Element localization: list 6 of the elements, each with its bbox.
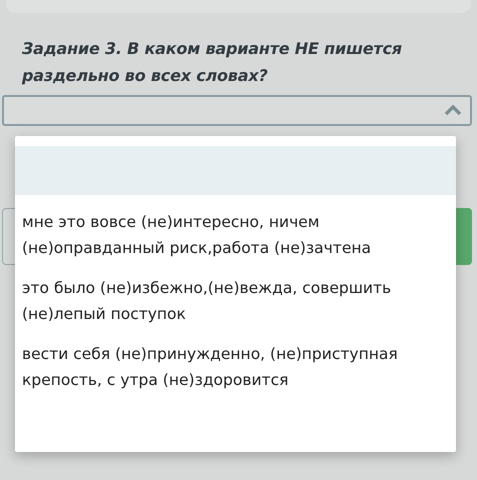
dropdown-select[interactable] — [2, 95, 472, 126]
dropdown-option[interactable]: мне это вовсе (не)интересно, ничем (не)оправданный риск,работа (не)зачтена — [15, 209, 456, 261]
question-text: Задание 3. В каком варианте НЕ пишется раздельно во всех словах? — [20, 38, 403, 87]
dropdown-option[interactable]: это было (не)избежно,(не)вежда, совершить (не)лепый поступок — [15, 275, 456, 327]
dropdown-option[interactable]: вести себя (не)принужденно, (не)приступная крепость, с утра (не)здоровится — [15, 341, 456, 393]
chevron-icon — [444, 105, 462, 116]
